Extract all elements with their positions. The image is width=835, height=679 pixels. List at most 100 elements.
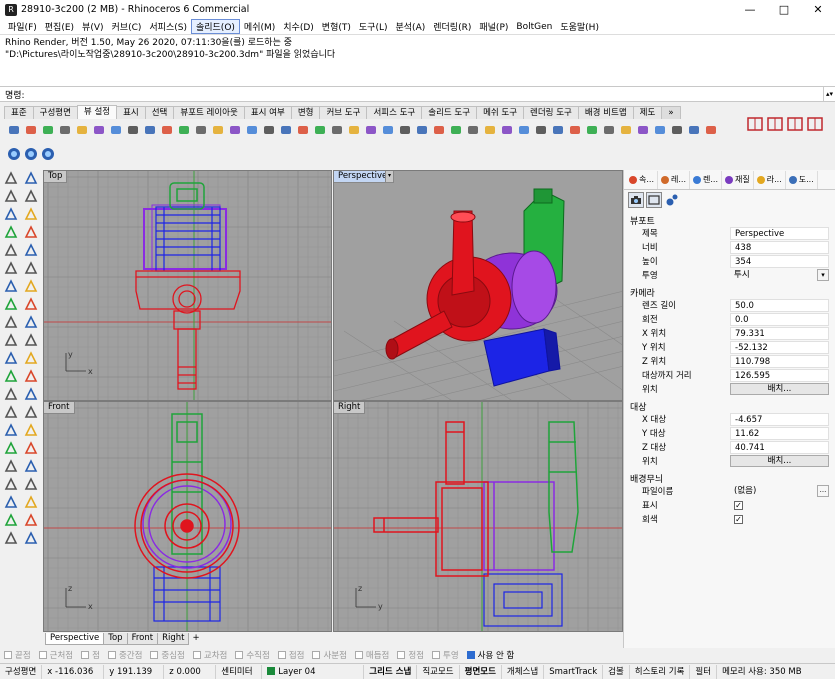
menu-item[interactable]: 편집(E) — [41, 20, 78, 33]
menu-item[interactable]: BoltGen — [512, 22, 556, 32]
cplane-icon[interactable] — [431, 122, 447, 138]
person-icon[interactable] — [686, 122, 702, 138]
grid-icon[interactable] — [3, 476, 19, 492]
add-viewport-tab-button[interactable]: + — [188, 633, 203, 645]
solid-tools-icon[interactable] — [23, 296, 39, 312]
menu-item[interactable]: 도움말(H) — [556, 20, 603, 33]
viewport-tab[interactable]: Right — [157, 633, 190, 645]
surface-tools-icon[interactable] — [23, 278, 39, 294]
toolbar-tab[interactable]: 표시 — [116, 106, 146, 119]
osnap-option[interactable]: 점 — [81, 649, 100, 661]
osnap-checkbox[interactable] — [432, 651, 441, 659]
viewport-tab[interactable]: Front — [126, 633, 159, 645]
join-icon[interactable] — [23, 422, 39, 438]
right-view-icon[interactable] — [193, 122, 209, 138]
menu-item[interactable]: 패널(P) — [475, 20, 512, 33]
transform-icon[interactable] — [3, 368, 19, 384]
history-toggle[interactable]: 히스토리 기록 — [630, 664, 691, 679]
z-position-field[interactable]: 110.798 — [730, 354, 829, 368]
scale-icon[interactable] — [3, 404, 19, 420]
zoom-window-icon[interactable] — [57, 122, 73, 138]
cplane-icon[interactable] — [482, 122, 498, 138]
boolean-icon[interactable] — [3, 332, 19, 348]
measure-icon[interactable] — [3, 494, 19, 510]
cplane-status[interactable]: 구성평면 — [0, 664, 43, 679]
mesh-icon[interactable] — [3, 314, 19, 330]
trim-icon[interactable] — [23, 404, 39, 420]
osnap-option[interactable]: 수직점 — [235, 649, 270, 661]
ortho-toggle[interactable]: 직교모드 — [417, 664, 460, 679]
group-icon[interactable] — [23, 440, 39, 456]
gumball-toggle[interactable]: 검볼 — [603, 664, 630, 679]
x-position-field[interactable]: 79.331 — [730, 326, 829, 340]
rectangle-icon[interactable] — [23, 224, 39, 240]
bird-icon[interactable] — [567, 122, 583, 138]
rotate-view-icon[interactable] — [6, 122, 22, 138]
grid-snap-toggle[interactable]: 그리드 스냅 — [364, 664, 418, 679]
rotate-icon[interactable] — [23, 386, 39, 402]
dimension-icon[interactable] — [3, 458, 19, 474]
menu-item[interactable]: 치수(D) — [279, 20, 318, 33]
block-icon[interactable] — [3, 512, 19, 528]
viewport-top[interactable]: Top y x — [43, 170, 332, 401]
chevron-down-icon[interactable]: ▾ — [817, 269, 829, 281]
gray-checkbox[interactable]: ✓ — [734, 514, 743, 524]
command-scroll-icon[interactable]: ▴▾ — [823, 87, 835, 101]
osnap-checkbox[interactable] — [150, 651, 159, 659]
rotation-field[interactable]: 0.0 — [730, 312, 829, 326]
toolbar-tab[interactable]: 변형 — [290, 106, 321, 119]
osnap-option[interactable]: 교차점 — [192, 649, 227, 661]
named-view-icon[interactable] — [380, 122, 396, 138]
height-field[interactable]: 354 — [730, 254, 829, 268]
cplane-icon[interactable] — [448, 122, 464, 138]
panel-tab[interactable]: 레... — [658, 170, 690, 189]
redo-view-icon[interactable] — [125, 122, 141, 138]
walk-icon[interactable] — [516, 122, 532, 138]
select-icon[interactable] — [3, 170, 19, 186]
analyze-icon[interactable] — [23, 512, 39, 528]
osnap-checkbox[interactable] — [397, 651, 406, 659]
top-view-icon[interactable] — [159, 122, 175, 138]
freeform-icon[interactable] — [23, 242, 39, 258]
ellipse-icon[interactable] — [3, 224, 19, 240]
osnap-option[interactable]: 사용 안 함 — [466, 649, 514, 661]
fillet-icon[interactable] — [23, 332, 39, 348]
toolbar-tab[interactable]: 표준 — [4, 106, 34, 119]
zoom-selected-icon[interactable] — [91, 122, 107, 138]
brush-icon[interactable] — [23, 530, 39, 546]
toolbar-tab[interactable]: » — [661, 106, 681, 119]
menu-item[interactable]: 서피스(S) — [145, 20, 191, 33]
maximize-button[interactable]: □ — [767, 0, 801, 19]
car-view-icon[interactable] — [278, 122, 294, 138]
box-icon[interactable] — [3, 296, 19, 312]
layout-icon[interactable] — [786, 116, 803, 133]
toolbar-tab[interactable]: 표시 여부 — [243, 106, 292, 119]
osnap-option[interactable]: 중간점 — [107, 649, 142, 661]
surface-icon[interactable] — [3, 278, 19, 294]
cplane-icon[interactable] — [414, 122, 430, 138]
menu-item[interactable]: 파일(F) — [4, 20, 41, 33]
explode-icon[interactable] — [3, 440, 19, 456]
zoom-icon[interactable] — [40, 122, 56, 138]
bird-icon[interactable] — [618, 122, 634, 138]
toolbar-tab[interactable]: 구성평면 — [32, 106, 78, 119]
osnap-option[interactable]: 정점 — [397, 649, 424, 661]
car-view-icon[interactable] — [244, 122, 260, 138]
z-target-field[interactable]: 40.741 — [730, 440, 829, 454]
show-checkbox[interactable]: ✓ — [734, 500, 743, 510]
toolbar-tab[interactable]: 선택 — [144, 106, 175, 119]
osnap-checkbox[interactable] — [192, 651, 201, 659]
viewport-dropdown-icon[interactable]: ▾ — [385, 171, 394, 183]
planar-toggle[interactable]: 평면모드 — [460, 664, 502, 679]
set-view-icon[interactable] — [142, 122, 158, 138]
smarttrack-toggle[interactable]: SmartTrack — [544, 664, 604, 679]
viewport-label-top[interactable]: Top — [44, 171, 68, 183]
osnap-checkbox[interactable] — [107, 651, 116, 659]
lens-field[interactable]: 50.0 — [730, 298, 829, 312]
render-icon[interactable] — [6, 146, 22, 162]
panel-tab[interactable]: 속... — [626, 170, 658, 189]
osnap-option[interactable]: 매듭점 — [354, 649, 389, 661]
front-view-icon[interactable] — [176, 122, 192, 138]
car-view-icon[interactable] — [312, 122, 328, 138]
car-view-icon[interactable] — [261, 122, 277, 138]
